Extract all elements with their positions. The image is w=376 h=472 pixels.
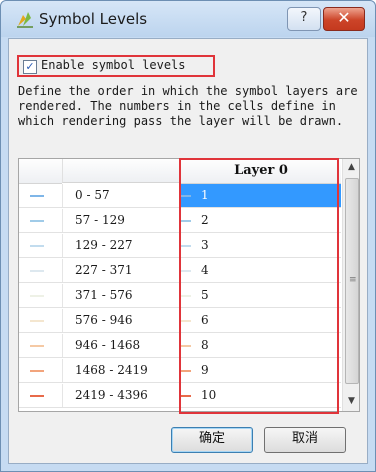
level-cell[interactable]: 5	[181, 284, 341, 307]
symbol-swatch	[30, 370, 44, 372]
range-label: 0 - 57	[62, 184, 180, 207]
table-row[interactable]: 0 - 57 1	[19, 184, 341, 208]
symbol-swatch	[30, 195, 44, 197]
symbol-swatch	[30, 395, 44, 397]
level-value: 8	[201, 338, 209, 352]
level-value: 3	[201, 238, 209, 252]
symbol-swatch	[30, 320, 44, 322]
enable-symbol-levels-highlight: ✓ Enable symbol levels	[17, 55, 215, 77]
level-value: 1	[201, 188, 209, 202]
table-row[interactable]: 129 - 227 3	[19, 234, 341, 258]
header-range-cell	[62, 159, 181, 183]
symbol-levels-table: Layer 0 0 - 57 1 57 - 129 2 129 - 227 3 227 - …	[18, 158, 360, 412]
level-cell[interactable]: 10	[181, 384, 341, 407]
range-label: 1468 - 2419	[62, 359, 180, 382]
symbol-swatch	[181, 395, 191, 397]
level-cell[interactable]: 8	[181, 334, 341, 357]
level-value: 4	[201, 263, 209, 277]
symbol-preview	[19, 284, 61, 307]
symbol-swatch	[30, 345, 44, 347]
symbol-swatch	[30, 245, 44, 247]
symbol-preview	[19, 309, 61, 332]
title-bar[interactable]: Symbol Levels ? ✕	[1, 1, 375, 37]
symbol-preview	[19, 184, 61, 207]
header-symbol-cell	[19, 159, 62, 184]
symbol-swatch	[30, 220, 44, 222]
range-label: 946 - 1468	[62, 334, 180, 357]
symbol-preview	[19, 334, 61, 357]
symbol-swatch	[181, 370, 191, 372]
symbol-preview	[19, 259, 61, 282]
level-cell[interactable]: 2	[181, 209, 341, 232]
enable-symbol-levels-checkbox[interactable]: ✓	[23, 60, 37, 74]
level-cell[interactable]: 4	[181, 259, 341, 282]
range-label: 129 - 227	[62, 234, 180, 257]
level-cell[interactable]: 6	[181, 309, 341, 332]
level-value: 10	[201, 388, 217, 402]
table-row[interactable]: 1468 - 2419 9	[19, 359, 341, 383]
symbol-swatch	[30, 295, 44, 297]
table-row[interactable]: 946 - 1468 8	[19, 334, 341, 358]
help-button[interactable]: ?	[287, 7, 321, 31]
level-value: 9	[201, 363, 209, 377]
symbol-swatch	[181, 220, 191, 222]
description-text: Define the order in which the symbol lay…	[18, 84, 358, 128]
symbol-swatch	[30, 270, 44, 272]
level-value: 5	[201, 288, 209, 302]
symbol-swatch	[181, 245, 191, 247]
ok-button[interactable]: 确定	[171, 427, 253, 453]
close-button[interactable]: ✕	[323, 7, 365, 31]
window-title: Symbol Levels	[39, 10, 148, 28]
table-row[interactable]: 2419 - 4396 10	[19, 384, 341, 408]
vertical-scrollbar[interactable]: ▲ ≡ ▼	[342, 159, 359, 411]
symbol-preview	[19, 384, 61, 407]
symbol-swatch	[181, 320, 191, 322]
table-row[interactable]: 57 - 129 2	[19, 209, 341, 233]
symbol-swatch	[181, 270, 191, 272]
range-label: 576 - 946	[62, 309, 180, 332]
scroll-up-icon[interactable]: ▲	[343, 159, 359, 176]
level-cell[interactable]: 3	[181, 234, 341, 257]
range-label: 2419 - 4396	[62, 384, 180, 407]
column-header-layer[interactable]: Layer 0	[181, 159, 341, 184]
table-row[interactable]: 576 - 946 6	[19, 309, 341, 333]
table-row[interactable]: 371 - 576 5	[19, 284, 341, 308]
scroll-down-icon[interactable]: ▼	[343, 393, 359, 410]
level-value: 2	[201, 213, 209, 227]
range-label: 57 - 129	[62, 209, 180, 232]
scroll-thumb[interactable]: ≡	[345, 178, 359, 384]
symbol-swatch	[181, 195, 191, 197]
qgis-symbol-icon	[17, 12, 33, 28]
level-value: 6	[201, 313, 209, 327]
symbol-swatch	[181, 345, 191, 347]
grip-icon: ≡	[349, 275, 357, 285]
cancel-button[interactable]: 取消	[264, 427, 346, 453]
symbol-swatch	[181, 295, 191, 297]
table-row[interactable]: 227 - 371 4	[19, 259, 341, 283]
level-cell[interactable]: 1	[181, 184, 341, 207]
symbol-preview	[19, 234, 61, 257]
range-label: 371 - 576	[62, 284, 180, 307]
level-cell[interactable]: 9	[181, 359, 341, 382]
symbol-preview	[19, 209, 61, 232]
symbol-preview	[19, 359, 61, 382]
range-label: 227 - 371	[62, 259, 180, 282]
enable-symbol-levels-label[interactable]: Enable symbol levels	[41, 58, 186, 72]
